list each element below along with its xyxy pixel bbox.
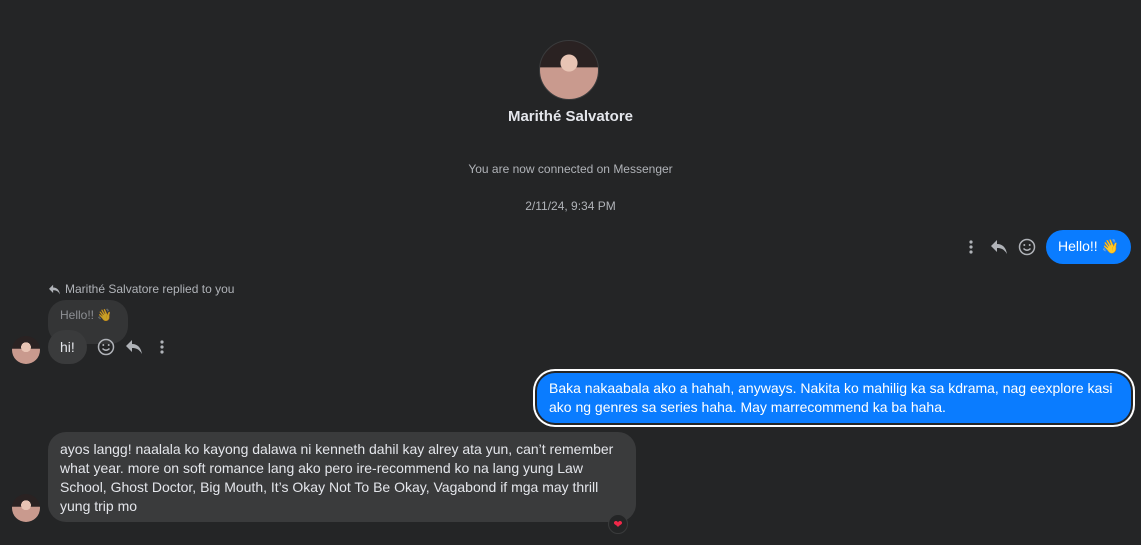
reply-icon[interactable] xyxy=(988,236,1010,258)
reaction-emoji: ❤ xyxy=(613,518,623,531)
reply-note-text: Marithé Salvatore replied to you xyxy=(65,282,235,296)
incoming-message[interactable]: ayos langg! naalala ko kayong dalawa ni … xyxy=(48,432,636,522)
avatar[interactable] xyxy=(12,494,40,522)
profile-name[interactable]: Marithé Salvatore xyxy=(0,108,1141,125)
message-timestamp: 2/11/24, 9:34 PM xyxy=(525,199,616,213)
reply-indicator: Marithé Salvatore replied to you xyxy=(48,282,234,296)
incoming-message[interactable]: hi! xyxy=(48,330,87,364)
message-text: Hello!! 👋 xyxy=(1058,238,1120,254)
reply-icon xyxy=(49,284,60,294)
outgoing-message[interactable]: Hello!! 👋 xyxy=(1046,230,1132,264)
smiley-icon[interactable] xyxy=(95,336,117,358)
profile-avatar[interactable] xyxy=(539,40,599,100)
more-vertical-icon[interactable] xyxy=(152,336,172,358)
more-vertical-icon[interactable] xyxy=(961,236,981,258)
message-text: ayos langg! naalala ko kayong dalawa ni … xyxy=(60,441,614,514)
quoted-text: Hello!! 👋 xyxy=(60,308,113,322)
message-text: Baka nakaabala ako a hahah, anyways. Nak… xyxy=(549,380,1113,415)
smiley-icon[interactable] xyxy=(1016,236,1038,258)
heart-icon[interactable]: ❤ xyxy=(608,514,628,534)
message-text: hi! xyxy=(60,339,75,355)
avatar[interactable] xyxy=(12,336,40,364)
outgoing-message[interactable]: Baka nakaabala ako a hahah, anyways. Nak… xyxy=(537,373,1131,423)
connection-notice: You are now connected on Messenger xyxy=(468,162,673,176)
reply-icon[interactable] xyxy=(123,336,145,358)
